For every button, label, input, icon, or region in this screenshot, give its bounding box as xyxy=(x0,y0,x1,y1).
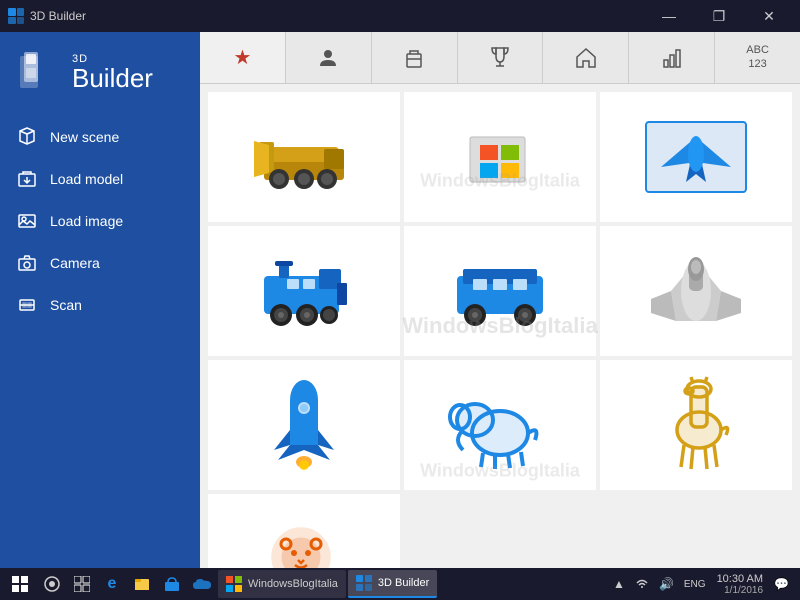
taskbar-ie[interactable]: e xyxy=(98,570,126,598)
tab-featured[interactable]: ★ xyxy=(200,32,286,83)
gallery-item-windows-logo[interactable] xyxy=(404,92,596,222)
tab-trophy[interactable] xyxy=(458,32,544,83)
title-bar-left: 3D Builder xyxy=(8,8,86,24)
tab-people[interactable] xyxy=(286,32,372,83)
giraffe-model xyxy=(641,375,751,475)
gallery-item-elephant[interactable] xyxy=(404,360,596,490)
gallery-item-giraffe[interactable] xyxy=(600,360,792,490)
sidebar-item-load-image[interactable]: Load image xyxy=(0,200,200,242)
lion-cookie-model xyxy=(249,509,359,568)
task-view-icon xyxy=(74,576,90,592)
gallery-item-spaceshuttle[interactable] xyxy=(600,226,792,356)
3dbuilder-app-icon xyxy=(356,575,372,591)
explorer-icon xyxy=(134,576,150,592)
gallery-item-bulldozer[interactable] xyxy=(208,92,400,222)
train-cart-model xyxy=(445,241,555,341)
clock[interactable]: 10:30 AM 1/1/2016 xyxy=(713,573,767,596)
load-image-icon xyxy=(16,210,38,232)
start-button[interactable] xyxy=(4,568,36,600)
app-container: 3D Builder New scene xyxy=(0,32,800,568)
gallery-item-train-cart[interactable] xyxy=(404,226,596,356)
taskbar-store[interactable] xyxy=(158,570,186,598)
spaceshuttle-model xyxy=(641,241,751,341)
gallery-item-airplane[interactable] xyxy=(600,92,792,222)
logo-builder-label: Builder xyxy=(72,65,153,91)
wifi-svg xyxy=(635,577,649,589)
gallery-item-train[interactable] xyxy=(208,226,400,356)
tab-chart[interactable] xyxy=(629,32,715,83)
rocket-model xyxy=(264,370,344,480)
volume-icon[interactable]: 🔊 xyxy=(656,575,677,593)
content-area: ★ xyxy=(200,32,800,568)
notification-icon[interactable]: 💬 xyxy=(771,575,792,593)
logo-icon xyxy=(16,48,64,96)
taskbar-app-3dbuilder[interactable]: 3D Builder xyxy=(348,570,437,598)
elephant-model xyxy=(445,375,555,475)
title-bar-text: 3D Builder xyxy=(30,9,86,23)
taskbar-explorer[interactable] xyxy=(128,570,156,598)
tab-objects[interactable] xyxy=(372,32,458,83)
3dbuilder-app-label: 3D Builder xyxy=(378,577,429,589)
train-model xyxy=(249,241,359,341)
sidebar-menu: New scene Load model xyxy=(0,116,200,326)
windowsblog-app-label: WindowsBlogItalia xyxy=(248,578,338,590)
sidebar-item-new-scene[interactable]: New scene xyxy=(0,116,200,158)
maximize-button[interactable]: ❐ xyxy=(696,0,742,32)
taskbar-app-windowsblog[interactable]: WindowsBlogItalia xyxy=(218,570,346,598)
title-bar-controls: — ❐ ✕ xyxy=(646,0,792,32)
wifi-icon[interactable] xyxy=(632,575,652,594)
new-scene-icon xyxy=(16,126,38,148)
minimize-button[interactable]: — xyxy=(646,0,692,32)
sidebar: 3D Builder New scene xyxy=(0,32,200,568)
category-tabs: ★ xyxy=(200,32,800,84)
network-icon[interactable]: ▲ xyxy=(610,575,628,593)
gallery: WindowsBlogItalia WindowsBlogItalia Wind… xyxy=(200,84,800,568)
task-view-button[interactable] xyxy=(68,570,96,598)
scan-icon xyxy=(16,294,38,316)
cortana-icon xyxy=(44,576,60,592)
airplane-model xyxy=(641,112,751,202)
load-image-label: Load image xyxy=(50,213,123,229)
sidebar-item-load-model[interactable]: Load model xyxy=(0,158,200,200)
cortana-button[interactable] xyxy=(38,570,66,598)
load-model-label: Load model xyxy=(50,171,123,187)
gallery-item-rocket[interactable] xyxy=(208,360,400,490)
tab-text[interactable]: ABC123 xyxy=(715,32,800,83)
date-display: 1/1/2016 xyxy=(717,585,763,596)
camera-label: Camera xyxy=(50,255,100,271)
gallery-grid xyxy=(208,92,792,568)
title-bar: 3D Builder — ❐ ✕ xyxy=(0,0,800,32)
logo-text: 3D Builder xyxy=(72,54,153,91)
close-button[interactable]: ✕ xyxy=(746,0,792,32)
sidebar-item-scan[interactable]: Scan xyxy=(0,284,200,326)
sidebar-logo: 3D Builder xyxy=(0,32,200,116)
windows-logo-model xyxy=(455,117,545,197)
load-model-icon xyxy=(16,168,38,190)
tab-home[interactable] xyxy=(543,32,629,83)
bulldozer-model xyxy=(249,107,359,207)
taskbar: e WindowsBlogItalia xyxy=(0,568,800,600)
new-scene-label: New scene xyxy=(50,129,119,145)
sidebar-item-camera[interactable]: Camera xyxy=(0,242,200,284)
app-icon xyxy=(8,8,24,24)
store-icon xyxy=(164,576,180,592)
onedrive-icon xyxy=(193,577,211,591)
system-tray: ▲ 🔊 ENG 10:30 AM 1/1/2016 💬 xyxy=(610,573,796,596)
windowsblog-app-icon xyxy=(226,576,242,592)
time-display: 10:30 AM xyxy=(717,573,763,585)
taskbar-onedrive[interactable] xyxy=(188,570,216,598)
windows-start-icon xyxy=(12,576,28,592)
camera-icon xyxy=(16,252,38,274)
scan-label: Scan xyxy=(50,297,82,313)
gallery-item-lion-cookie[interactable] xyxy=(208,494,400,568)
keyboard-icon[interactable]: ENG xyxy=(681,577,709,592)
